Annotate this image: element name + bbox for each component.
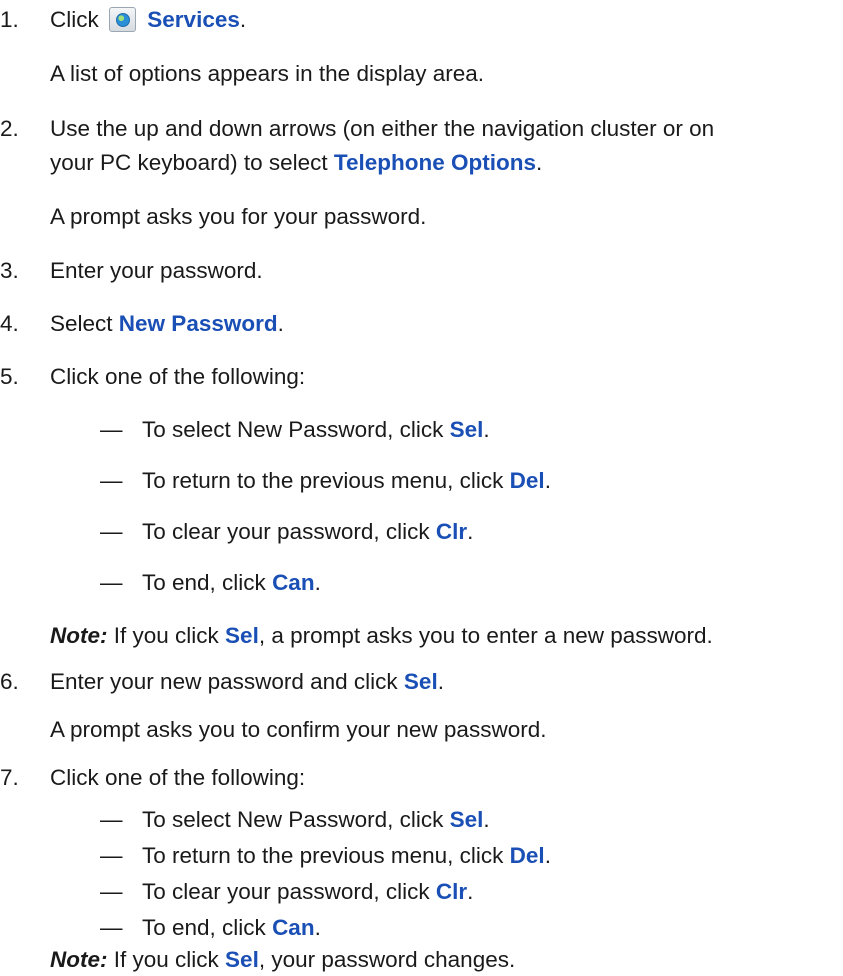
note-b: Note: If you click Sel, your password ch… [50, 947, 516, 972]
new-password-keyword: New Password [118, 311, 278, 336]
del-keyword: Del [509, 843, 545, 868]
step-1-result: A list of options appears in the display… [50, 61, 485, 86]
clr-keyword: Clr [435, 519, 468, 544]
step-text: Click [50, 7, 99, 32]
note-a: Note: If you click Sel, a prompt asks yo… [50, 623, 713, 648]
step-number: 6. [0, 669, 19, 694]
note-label: Note: [50, 623, 108, 648]
sel-keyword: Sel [449, 807, 484, 832]
del-keyword: Del [509, 468, 545, 493]
step-text: Use the up and down arrows (on either th… [50, 116, 715, 141]
step-text: Click one of the following: [50, 765, 306, 790]
can-keyword: Can [272, 570, 315, 595]
sel-keyword: Sel [403, 669, 438, 694]
sel-keyword: Sel [225, 623, 259, 648]
step-number: 2. [0, 116, 19, 141]
step-number: 5. [0, 364, 19, 389]
step-number: 7. [0, 765, 19, 790]
clr-keyword: Clr [435, 879, 468, 904]
step-number: 3. [0, 258, 19, 283]
services-keyword: Services [147, 7, 240, 32]
step-6-result: A prompt asks you to confirm your new pa… [50, 717, 547, 742]
can-keyword: Can [272, 915, 315, 940]
sel-keyword: Sel [449, 417, 484, 442]
telephone-options-keyword: Telephone Options [333, 150, 536, 175]
step-text: Click one of the following: [50, 364, 306, 389]
step-number: 1. [0, 7, 19, 32]
step-number: 4. [0, 311, 19, 336]
step-2-line2: your PC keyboard) to select Telephone Op… [50, 150, 543, 175]
step-text: Enter your password. [50, 258, 263, 283]
globe-services-icon [109, 7, 137, 32]
step-2-result: A prompt asks you for your password. [50, 204, 427, 229]
